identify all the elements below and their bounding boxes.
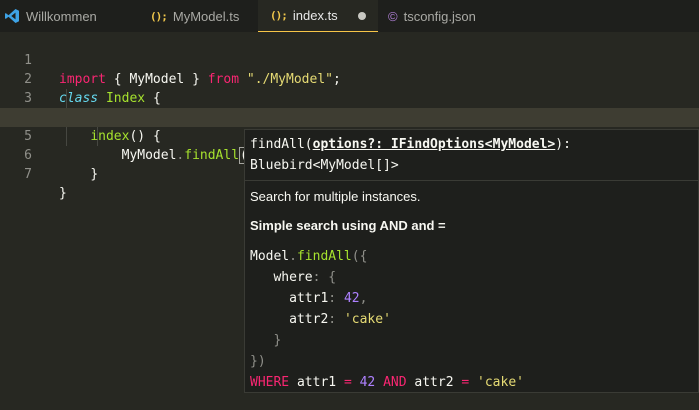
unsaved-dot-icon[interactable] [357, 11, 366, 20]
typescript-icon: (); [150, 9, 168, 23]
tab-label: MyModel.ts [172, 8, 240, 24]
json-icon: © [388, 8, 398, 24]
tab-index-ts[interactable]: (); index.ts [258, 0, 378, 32]
tab-label: Willkommen [26, 8, 97, 24]
signature: findAll(options?: IFindOptions<MyModel>)… [245, 130, 698, 181]
typescript-icon: (); [270, 9, 288, 22]
tab-label: tsconfig.json [403, 8, 476, 24]
return-type: Bluebird<MyModel[]> [250, 158, 399, 173]
description: Search for multiple instances. [250, 189, 421, 204]
code-line: 2 [0, 51, 699, 87]
active-parameter: options?: IFindOptions<MyModel> [312, 137, 556, 152]
code-line: class Index { [59, 91, 161, 106]
editor-tab-bar: Willkommen (); MyModel.ts (); index.ts ©… [0, 0, 699, 32]
code-line: 4 index() { [0, 89, 699, 144]
tab-tsconfig-json[interactable]: © tsconfig.json [378, 0, 488, 32]
code-line: 1 import { MyModel } from "./MyModel"; [0, 32, 699, 87]
doc-heading: Simple search using AND and = [250, 218, 446, 233]
parameter-hints-widget: findAll(options?: IFindOptions<MyModel>)… [244, 129, 699, 393]
tab-label: index.ts [292, 8, 338, 23]
line-number: 7 [24, 167, 32, 182]
tab-mymodel-ts[interactable]: (); MyModel.ts [128, 0, 258, 32]
tab-willkommen[interactable]: Willkommen [0, 0, 128, 32]
current-code-line: 5 MyModel.findAll() [0, 108, 699, 164]
documentation: Search for multiple instances. Simple se… [245, 181, 698, 401]
vscode-logo-icon [4, 8, 20, 24]
code-example: Model.findAll({ where: { attr1: 42, attr… [250, 249, 524, 390]
